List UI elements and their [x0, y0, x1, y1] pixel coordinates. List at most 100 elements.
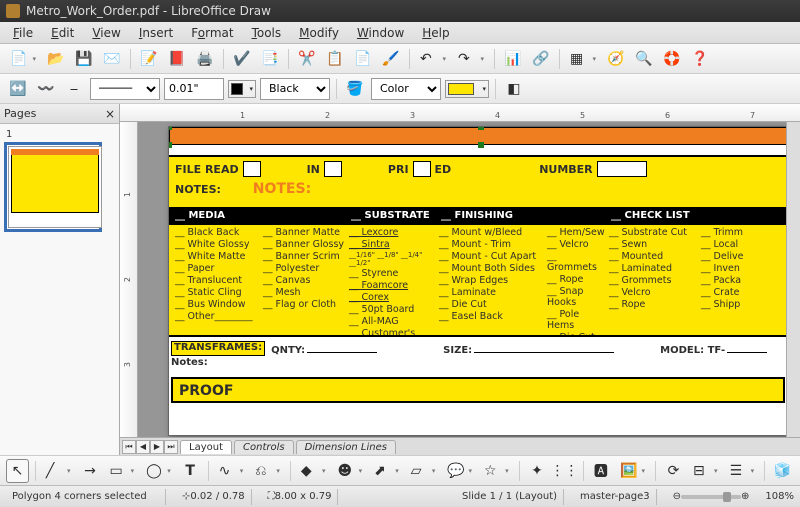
rotate-button[interactable]: ⟳ [662, 459, 685, 483]
menu-file[interactable]: File [6, 24, 40, 42]
option-item: Laminated [609, 263, 701, 274]
option-item: Grommets [547, 251, 609, 273]
stars-button[interactable]: ☆ [480, 459, 513, 483]
tab-layout[interactable]: Layout [180, 440, 232, 454]
print-button[interactable]: 🖨️ [193, 47, 217, 71]
label-proof: PROOF [173, 379, 783, 403]
undo-button[interactable]: ↶ [416, 47, 450, 71]
scrollbar-vertical[interactable] [786, 122, 800, 437]
basic-shapes-button[interactable]: ◆ [297, 459, 330, 483]
rectangle-tool-button[interactable]: ▭ [105, 459, 138, 483]
horizontal-ruler[interactable]: 1 2 3 4 5 6 7 [120, 104, 800, 122]
points-edit-button[interactable]: ✦ [526, 459, 549, 483]
checkbox-in[interactable] [324, 161, 342, 177]
selected-orange-bar[interactable] [169, 127, 787, 145]
pages-panel-close[interactable]: × [105, 107, 115, 121]
connector-tool-button[interactable]: ⎌ [251, 459, 284, 483]
line-style-icon[interactable]: 〰️ [34, 77, 58, 101]
vertical-ruler[interactable]: 1 2 3 4 [120, 122, 138, 437]
status-zoom[interactable]: 108% [765, 491, 794, 502]
arrange-button[interactable]: ☰ [726, 459, 759, 483]
align-button[interactable]: ⊟ [689, 459, 722, 483]
symbol-shapes-button[interactable]: ☻ [333, 459, 366, 483]
redo-button[interactable]: ↷ [454, 47, 488, 71]
copy-button[interactable]: 📋 [323, 47, 347, 71]
grid-button[interactable]: ▦ [566, 47, 600, 71]
line-color-combo[interactable]: Black [260, 78, 330, 100]
tab-nav-next[interactable]: ▶ [150, 440, 164, 454]
fill-mode-combo[interactable]: Color [371, 78, 441, 100]
line-width-input[interactable] [164, 78, 224, 100]
new-button[interactable]: 📄 [6, 47, 40, 71]
line-tool-button[interactable]: ╱ [42, 459, 75, 483]
pages-panel-title: Pages [4, 107, 36, 120]
callouts-button[interactable]: 💬 [443, 459, 476, 483]
select-tool-button[interactable]: ↖ [6, 459, 29, 483]
chart-button[interactable]: 📊 [501, 47, 525, 71]
whats-this-button[interactable]: ❓ [688, 47, 712, 71]
line-color-picker[interactable] [228, 80, 256, 98]
shadow-button[interactable]: ◧ [502, 77, 526, 101]
from-file-button[interactable]: 🖼️ [616, 459, 649, 483]
menu-format[interactable]: Format [184, 24, 240, 42]
drawing-canvas[interactable]: FILE READ IN PRIED NUMBER NOTES: NOTES: [138, 122, 800, 437]
flowchart-button[interactable]: ▱ [407, 459, 440, 483]
curve-tool-button[interactable]: ∿ [215, 459, 248, 483]
open-button[interactable]: 📂 [44, 47, 68, 71]
status-slide: Slide 1 / 1 (Layout) [456, 489, 564, 505]
arrow-style-button[interactable]: ↔️ [6, 77, 30, 101]
pdf-export-button[interactable]: 📕 [165, 47, 189, 71]
cut-button[interactable]: ✂️ [295, 47, 319, 71]
line-fill-toolbar: ↔️ 〰️ ⎯ ───── Black 🪣 Color ◧ [0, 74, 800, 104]
menu-insert[interactable]: Insert [132, 24, 180, 42]
format-paintbrush-button[interactable]: 🖌️ [379, 47, 403, 71]
text-tool-button[interactable]: T [179, 459, 202, 483]
menu-window[interactable]: Window [350, 24, 411, 42]
label-notes-small: NOTES: [175, 183, 221, 196]
page-content[interactable]: FILE READ IN PRIED NUMBER NOTES: NOTES: [168, 126, 788, 436]
area-fill-button[interactable]: 🪣 [343, 77, 367, 101]
field-number[interactable] [597, 161, 647, 177]
line-endings-button[interactable]: ⎯ [62, 77, 86, 101]
label-ed: ED [435, 163, 452, 176]
menu-tools[interactable]: Tools [245, 24, 289, 42]
menu-edit[interactable]: Edit [44, 24, 81, 42]
extrusion-button[interactable]: 🧊 [771, 459, 794, 483]
email-button[interactable]: ✉️ [100, 47, 124, 71]
label-transframes: TRANSFRAMES: [171, 341, 265, 356]
status-master[interactable]: master-page3 [574, 489, 657, 505]
block-arrows-button[interactable]: ⬈ [370, 459, 403, 483]
menu-modify[interactable]: Modify [292, 24, 346, 42]
navigator-button[interactable]: 🧭 [604, 47, 628, 71]
fontwork-button[interactable]: 🅰 [589, 459, 612, 483]
hyperlink-button[interactable]: 🔗 [529, 47, 553, 71]
spellcheck-button[interactable]: ✔️ [230, 47, 254, 71]
option-item: Mount - Trim [439, 239, 547, 250]
arrow-tool-button[interactable]: → [79, 459, 102, 483]
page-thumbnail-1[interactable] [4, 142, 102, 232]
fill-color-picker[interactable] [445, 80, 489, 98]
layer-tabs: ⏮ ◀ ▶ ⏭ Layout Controls Dimension Lines [120, 437, 800, 455]
edit-doc-button[interactable]: 📝 [137, 47, 161, 71]
menu-view[interactable]: View [85, 24, 127, 42]
menu-help[interactable]: Help [415, 24, 456, 42]
zoom-slider[interactable]: ⊖⊕ [667, 489, 756, 505]
zoom-button[interactable]: 🔍 [632, 47, 656, 71]
autospell-button[interactable]: 📑 [258, 47, 282, 71]
checkbox-file-read[interactable] [243, 161, 261, 177]
tab-nav-prev[interactable]: ◀ [136, 440, 150, 454]
tab-dimension-lines[interactable]: Dimension Lines [296, 440, 396, 454]
paste-button[interactable]: 📄 [351, 47, 375, 71]
pages-thumbnails[interactable]: 1 [0, 124, 119, 455]
option-item: Mounted [609, 251, 701, 262]
ellipse-tool-button[interactable]: ◯ [142, 459, 175, 483]
help-button[interactable]: 🛟 [660, 47, 684, 71]
line-style-combo[interactable]: ───── [90, 78, 160, 100]
save-button[interactable]: 💾 [72, 47, 96, 71]
tab-controls[interactable]: Controls [234, 440, 294, 454]
tab-nav-last[interactable]: ⏭ [164, 440, 178, 454]
checkbox-pri[interactable] [413, 161, 431, 177]
option-item: Velcro [547, 239, 609, 250]
tab-nav-first[interactable]: ⏮ [122, 440, 136, 454]
gluepoints-button[interactable]: ⋮⋮ [553, 459, 577, 483]
